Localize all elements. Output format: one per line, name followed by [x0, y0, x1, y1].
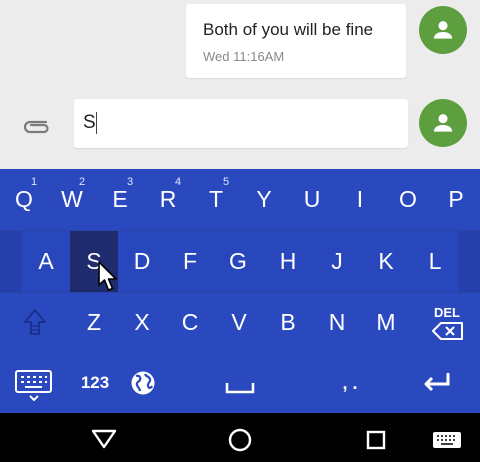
keyboard-row-3: Z X C V B N M DEL — [0, 292, 480, 353]
key-i[interactable]: I — [336, 169, 384, 230]
key-c[interactable]: C — [166, 292, 214, 353]
keyboard-icon — [15, 370, 52, 401]
hint-2: 2 — [79, 176, 86, 188]
key-t[interactable]: T — [192, 169, 240, 230]
numbers-key[interactable]: 123 — [70, 353, 120, 414]
hint-1: 1 — [31, 176, 38, 188]
key-x[interactable]: X — [118, 292, 166, 353]
navigation-bar — [0, 413, 480, 462]
key-b[interactable]: B — [264, 292, 312, 353]
enter-key[interactable] — [410, 353, 466, 413]
shift-key[interactable] — [12, 292, 58, 353]
row-edge-left — [0, 231, 22, 292]
key-k[interactable]: K — [362, 231, 410, 292]
person-icon — [433, 114, 453, 132]
key-o[interactable]: O — [384, 169, 432, 230]
keyboard-switch-key[interactable] — [10, 353, 56, 413]
mouse-pointer-icon — [98, 261, 117, 291]
keyboard-row-1: Q 1 W 2 E 3 R 4 T 5 Y U I O P — [0, 169, 480, 230]
keyboard-row-4: 123 , . — [0, 353, 480, 413]
key-a[interactable]: A — [22, 231, 70, 292]
message-bubble: Both of you will be fine Wed 11:16AM — [186, 4, 406, 78]
row-edge-right — [459, 231, 480, 292]
globe-icon — [131, 371, 155, 395]
language-key[interactable] — [122, 353, 166, 413]
delete-label: DEL — [434, 305, 460, 320]
space-bar-icon — [225, 383, 255, 394]
enter-arrow-icon — [424, 373, 450, 392]
key-q[interactable]: Q — [0, 169, 48, 230]
message-time: Wed 11:16AM — [203, 49, 285, 64]
soft-keyboard: Q 1 W 2 E 3 R 4 T 5 Y U I O P A S D F G … — [0, 169, 480, 413]
key-y[interactable]: Y — [240, 169, 288, 230]
hint-3: 3 — [127, 176, 134, 188]
hint-4: 4 — [175, 176, 182, 188]
shift-arrow-icon — [24, 309, 46, 335]
keyboard-picker-icon[interactable] — [432, 431, 462, 449]
text-cursor — [96, 112, 97, 134]
key-u[interactable]: U — [288, 169, 336, 230]
attach-button[interactable] — [20, 110, 52, 138]
message-input[interactable]: S — [74, 99, 408, 148]
contact-avatar[interactable] — [419, 6, 467, 54]
key-r[interactable]: R — [144, 169, 192, 230]
key-j[interactable]: J — [313, 231, 361, 292]
key-m[interactable]: M — [362, 292, 410, 353]
home-button[interactable] — [228, 428, 252, 452]
message-text: Both of you will be fine — [203, 20, 374, 39]
key-l[interactable]: L — [411, 231, 459, 292]
key-v[interactable]: V — [215, 292, 263, 353]
person-icon — [433, 21, 453, 39]
space-key[interactable] — [175, 353, 305, 413]
key-e[interactable]: E — [96, 169, 144, 230]
keyboard-row-2: A S D F G H J K L — [0, 230, 480, 293]
key-p[interactable]: P — [432, 169, 480, 230]
delete-key[interactable]: DEL — [422, 292, 476, 353]
message-input-value: S — [83, 112, 96, 133]
key-w[interactable]: W — [48, 169, 96, 230]
paperclip-icon — [23, 120, 49, 134]
recents-button[interactable] — [366, 430, 386, 450]
backspace-icon — [432, 322, 463, 340]
key-d[interactable]: D — [118, 231, 166, 292]
key-z[interactable]: Z — [70, 292, 118, 353]
key-f[interactable]: F — [166, 231, 214, 292]
period-comma-key[interactable]: , . — [328, 353, 372, 414]
user-avatar[interactable] — [419, 99, 467, 147]
key-g[interactable]: G — [214, 231, 262, 292]
key-h[interactable]: H — [264, 231, 312, 292]
back-button[interactable] — [91, 429, 117, 449]
key-n[interactable]: N — [313, 292, 361, 353]
hint-5: 5 — [223, 176, 230, 188]
